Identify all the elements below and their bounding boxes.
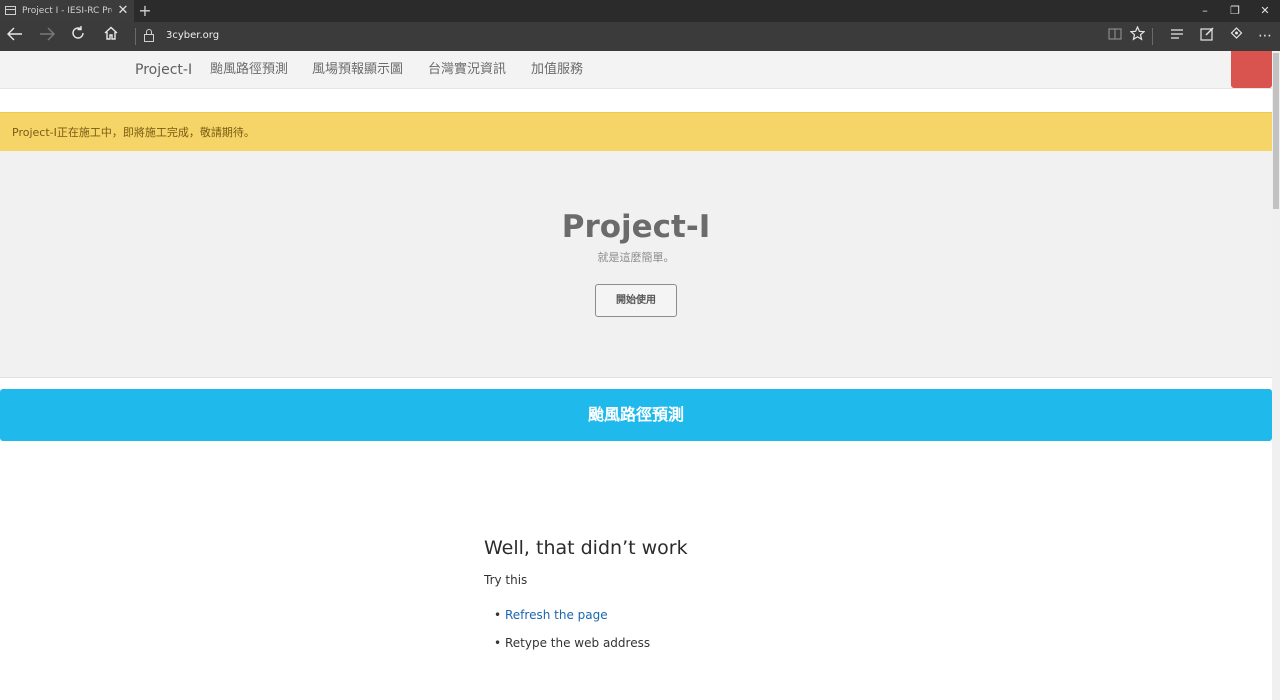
hero-title: Project-I bbox=[561, 209, 711, 245]
error-list-item: • Refresh the page bbox=[494, 607, 608, 623]
bullet: • bbox=[494, 608, 502, 622]
scrollbar-thumb[interactable] bbox=[1273, 53, 1279, 209]
error-try-label: Try this bbox=[484, 573, 528, 587]
share-icon[interactable] bbox=[1225, 26, 1247, 46]
hero-section: Project-I 就是這麼簡單。 開始使用 bbox=[0, 151, 1272, 378]
restore-button[interactable]: ❐ bbox=[1220, 0, 1250, 22]
nav-item-typhoon-track[interactable]: 颱風路徑預測 bbox=[210, 61, 288, 79]
typhoon-section-title: 颱風路徑預測 bbox=[587, 405, 684, 424]
construction-alert: Project-I正在施工中，即將施工完成，敬請期待。 bbox=[0, 112, 1272, 152]
retype-address-text: Retype the web address bbox=[505, 636, 651, 650]
refresh-icon[interactable] bbox=[66, 25, 90, 47]
tab-close-icon[interactable]: ✕ bbox=[116, 2, 130, 20]
url-input[interactable]: 3cyber.org bbox=[166, 28, 219, 44]
site-navbar: Project-I 颱風路徑預測 風場預報顯示圖 台灣實況資訊 加值服務 bbox=[0, 51, 1272, 89]
web-page: Project-I 颱風路徑預測 風場預報顯示圖 台灣實況資訊 加值服務 Pro… bbox=[0, 51, 1280, 700]
minimize-button[interactable]: – bbox=[1190, 0, 1220, 22]
lock-icon[interactable] bbox=[144, 29, 154, 43]
hero-subtitle: 就是這麼簡單。 bbox=[597, 251, 675, 264]
browser-tab[interactable]: Project I - IESI-RC Produ ✕ bbox=[0, 0, 134, 22]
nav-item-wind-forecast[interactable]: 風場預報顯示圖 bbox=[312, 61, 403, 79]
browser-address-bar: 3cyber.org ⋯ bbox=[0, 22, 1280, 51]
refresh-page-link[interactable]: Refresh the page bbox=[505, 608, 608, 622]
nav-item-value-added[interactable]: 加值服務 bbox=[531, 61, 583, 79]
favorite-star-icon[interactable] bbox=[1126, 25, 1148, 46]
home-icon[interactable] bbox=[99, 25, 123, 47]
error-list-item: • Retype the web address bbox=[494, 635, 650, 651]
get-started-button[interactable]: 開始使用 bbox=[595, 284, 677, 317]
more-icon[interactable]: ⋯ bbox=[1254, 26, 1276, 46]
forward-icon[interactable] bbox=[35, 25, 59, 47]
reading-view-icon[interactable] bbox=[1104, 26, 1126, 46]
close-window-button[interactable]: ✕ bbox=[1250, 0, 1280, 22]
toolbar-separator bbox=[1152, 28, 1153, 45]
browser-tab-bar: Project I - IESI-RC Produ ✕ + – ❐ ✕ bbox=[0, 0, 1280, 22]
address-separator bbox=[135, 28, 136, 45]
bullet: • bbox=[494, 636, 502, 650]
web-note-icon[interactable] bbox=[1196, 26, 1218, 46]
nav-item-taiwan-info[interactable]: 台灣實況資訊 bbox=[428, 61, 506, 79]
nav-red-button[interactable] bbox=[1231, 51, 1272, 88]
new-tab-button[interactable]: + bbox=[137, 1, 153, 21]
back-icon[interactable] bbox=[3, 25, 27, 47]
hub-icon[interactable] bbox=[1166, 26, 1188, 46]
typhoon-section-header: 颱風路徑預測 bbox=[0, 389, 1272, 441]
tab-title: Project I - IESI-RC Produ bbox=[22, 6, 112, 16]
page-icon bbox=[5, 6, 16, 15]
alert-text: Project-I正在施工中，即將施工完成，敬請期待。 bbox=[12, 126, 255, 139]
vertical-scrollbar[interactable] bbox=[1272, 51, 1280, 700]
error-title: Well, that didn’t work bbox=[484, 537, 688, 559]
nav-brand-link[interactable]: Project-I bbox=[135, 61, 192, 79]
